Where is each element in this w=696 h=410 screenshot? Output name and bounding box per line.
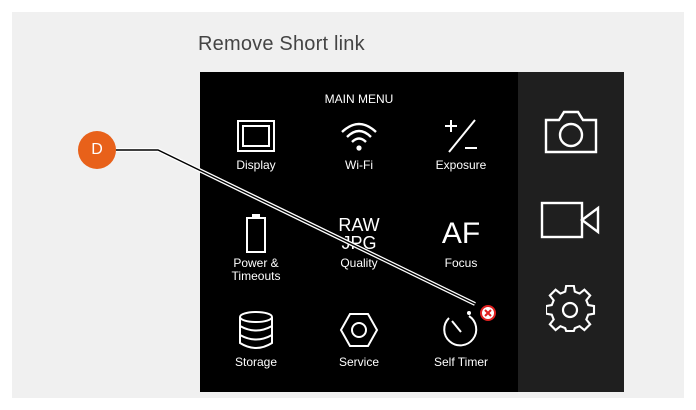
marker-label: D [91, 141, 103, 158]
remove-link-button[interactable] [480, 305, 496, 321]
marker-d[interactable]: D [78, 131, 116, 169]
close-icon [480, 305, 496, 325]
short-link-line [116, 148, 476, 306]
